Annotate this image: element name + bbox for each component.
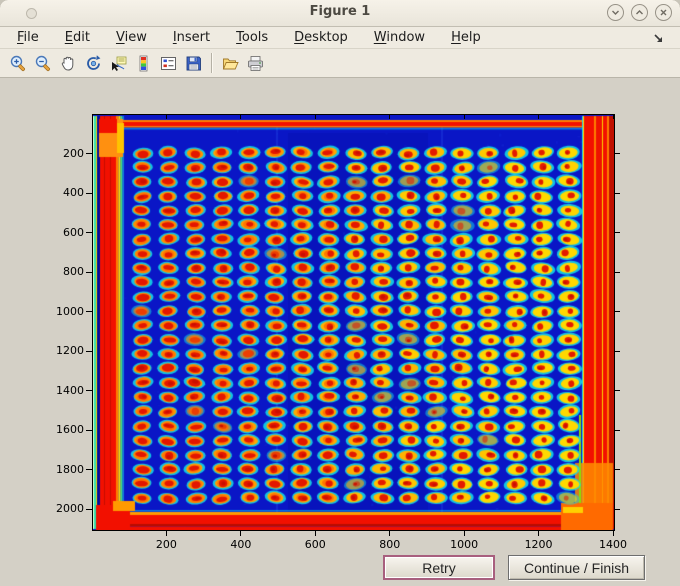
x-tick-label: 1200 (524, 538, 553, 551)
y-tick-right (615, 153, 620, 155)
y-tick-right (615, 469, 620, 471)
x-tick-label: 600 (304, 538, 326, 551)
y-tick (86, 311, 92, 313)
y-tick-label: 400 (63, 186, 84, 200)
x-tick-top (314, 115, 316, 119)
colorbar-icon[interactable] (131, 51, 155, 75)
menu-tools[interactable]: Tools (227, 29, 277, 46)
x-tick-top (463, 115, 465, 119)
y-tick-label: 2000 (56, 502, 84, 516)
retry-button[interactable]: Retry (383, 555, 495, 580)
x-tick-top (538, 115, 540, 119)
y-tick-label: 1800 (56, 462, 84, 476)
x-tick (389, 531, 391, 536)
figure-toolbar (0, 49, 680, 78)
figure-window: Figure 1 File Edit View Insert Tools Desktop W… (0, 0, 680, 586)
dock-figure-icon[interactable] (653, 30, 666, 49)
zoom-in-icon[interactable] (6, 51, 30, 75)
x-tick (612, 531, 614, 536)
x-tick-label: 1000 (450, 538, 479, 551)
y-tick-right (615, 271, 620, 273)
x-tick (314, 531, 316, 536)
pan-icon[interactable] (56, 51, 80, 75)
menu-desktop[interactable]: Desktop (285, 29, 357, 46)
rotate-3d-icon[interactable] (81, 51, 105, 75)
y-tick (86, 469, 92, 471)
toolbar-separator (211, 53, 213, 73)
menu-window[interactable]: Window (365, 29, 434, 46)
window-controls (607, 4, 672, 21)
figure-canvas-area: Retry Continue / Finish 200 400 600 800 1000… (0, 78, 680, 586)
menu-edit[interactable]: Edit (56, 29, 99, 46)
menu-view[interactable]: View (107, 29, 156, 46)
y-tick-label: 200 (63, 146, 84, 160)
zoom-out-icon[interactable] (31, 51, 55, 75)
y-tick-right (615, 390, 620, 392)
maximize-button[interactable] (631, 4, 648, 21)
x-tick-top (240, 115, 242, 119)
x-tick-top (612, 115, 614, 119)
y-tick (86, 232, 92, 234)
y-tick (86, 192, 92, 194)
y-tick (86, 429, 92, 431)
print-icon[interactable] (243, 51, 267, 75)
close-button[interactable] (655, 4, 672, 21)
x-tick-top (389, 115, 391, 119)
data-cursor-icon[interactable] (106, 51, 130, 75)
y-tick-label: 1600 (56, 423, 84, 437)
y-tick-right (615, 232, 620, 234)
menu-insert[interactable]: Insert (164, 29, 219, 46)
y-tick-label: 1200 (56, 344, 84, 358)
x-tick (463, 531, 465, 536)
y-tick-label: 1400 (56, 383, 84, 397)
y-tick-right (615, 508, 620, 510)
y-tick-label: 800 (63, 265, 84, 279)
menu-help[interactable]: Help (442, 29, 490, 46)
x-tick-top (165, 115, 167, 119)
x-tick (538, 531, 540, 536)
y-tick-right (615, 311, 620, 313)
plot-axes (92, 114, 615, 531)
save-icon[interactable] (181, 51, 205, 75)
title-bar[interactable]: Figure 1 (0, 0, 680, 27)
y-tick-label: 600 (63, 225, 84, 239)
shade-button[interactable] (607, 4, 624, 21)
legend-icon[interactable] (156, 51, 180, 75)
y-tick-right (615, 350, 620, 352)
continue-finish-button[interactable]: Continue / Finish (508, 555, 645, 580)
window-title: Figure 1 (309, 4, 371, 19)
menu-bar: File Edit View Insert Tools Desktop Window Help (0, 27, 680, 49)
y-tick (86, 350, 92, 352)
y-tick (86, 153, 92, 155)
y-tick (86, 390, 92, 392)
y-tick (86, 508, 92, 510)
open-folder-icon[interactable] (218, 51, 242, 75)
x-tick-label: 200 (155, 538, 177, 551)
menu-file[interactable]: File (8, 29, 48, 46)
microarray-image-plot (93, 115, 614, 530)
y-tick-right (615, 429, 620, 431)
x-tick-label: 800 (379, 538, 401, 551)
x-tick-label: 1400 (599, 538, 627, 551)
x-tick-label: 400 (230, 538, 252, 551)
x-tick (165, 531, 167, 536)
y-tick (86, 271, 92, 273)
x-tick (240, 531, 242, 536)
y-tick-label: 1000 (56, 304, 84, 318)
y-tick-right (615, 192, 620, 194)
